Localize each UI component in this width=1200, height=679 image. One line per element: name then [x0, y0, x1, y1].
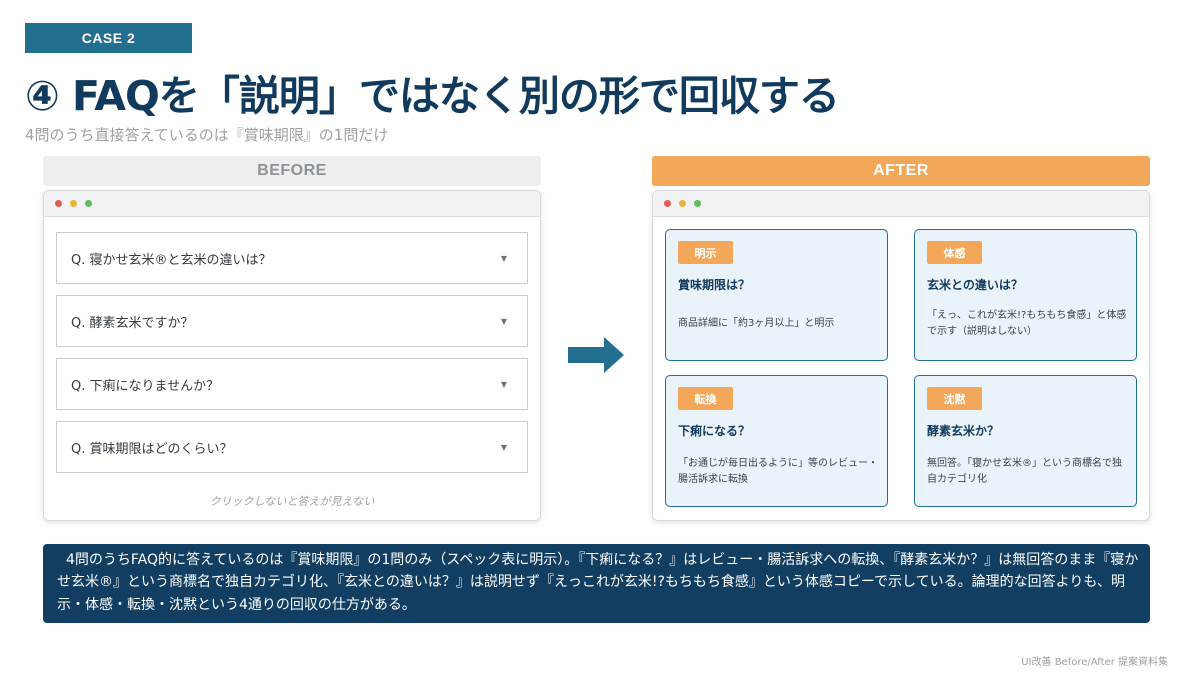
card-badge: 転換 — [678, 387, 733, 410]
close-dot-icon[interactable] — [664, 200, 671, 207]
after-window: 明示 賞味期限は？ 商品詳細に「約3ヶ月以上」と明示 体感 玄米との違いは？ 「… — [652, 190, 1150, 521]
summary-box: 4問のうちFAQ的に答えているのは『賞味期限』の1問のみ（スペック表に明示）。『… — [43, 544, 1150, 623]
card-badge: 沈黙 — [927, 387, 982, 410]
faq-question: Q. 下痢になりませんか？ — [71, 378, 220, 394]
after-header: AFTER — [652, 156, 1150, 186]
card-badge: 体感 — [927, 241, 982, 264]
page-subtitle: 4問のうち直接答えているのは『賞味期限』の1問だけ — [25, 126, 389, 144]
page-title: ④ FAQを「説明」ではなく別の形で回収する — [25, 72, 840, 120]
before-window: Q. 寝かせ玄米®と玄米の違いは？ ▼ Q. 酵素玄米ですか？ ▼ Q. 下痢に… — [43, 190, 541, 521]
chevron-down-icon: ▼ — [500, 379, 507, 389]
footer-text: UI改善 Before/After 提案資料集 — [1021, 657, 1168, 668]
before-header: BEFORE — [43, 156, 541, 186]
minimize-dot-icon[interactable] — [70, 200, 77, 207]
answer-card: 体感 玄米との違いは？ 「えっ、これが玄米!?もちもち食感」と体感で示す（説明は… — [914, 229, 1137, 361]
card-title: 下痢になる？ — [678, 424, 751, 438]
card-description: 「お通じが毎日出るように」等のレビュー・腸活訴求に転換 — [678, 458, 878, 485]
window-titlebar — [653, 191, 1149, 217]
answer-card: 明示 賞味期限は？ 商品詳細に「約3ヶ月以上」と明示 — [665, 229, 888, 361]
chevron-down-icon: ▼ — [500, 316, 507, 326]
card-badge: 明示 — [678, 241, 733, 264]
card-description: 「えっ、これが玄米!?もちもち食感」と体感で示す（説明はしない） — [927, 310, 1127, 337]
chevron-down-icon: ▼ — [500, 253, 507, 263]
card-title: 賞味期限は？ — [678, 278, 751, 292]
card-title: 玄米との違いは？ — [927, 278, 1023, 292]
right-arrow-icon — [568, 337, 624, 373]
faq-question: Q. 寝かせ玄米®と玄米の違いは？ — [71, 252, 272, 268]
answer-card: 沈黙 酵素玄米か？ 無回答。「寝かせ玄米®」という商標名で独自カテゴリ化 — [914, 375, 1137, 507]
chevron-down-icon: ▼ — [500, 442, 507, 452]
close-dot-icon[interactable] — [55, 200, 62, 207]
maximize-dot-icon[interactable] — [85, 200, 92, 207]
maximize-dot-icon[interactable] — [694, 200, 701, 207]
faq-item[interactable]: Q. 寝かせ玄米®と玄米の違いは？ ▼ — [56, 232, 528, 284]
answer-card: 転換 下痢になる？ 「お通じが毎日出るように」等のレビュー・腸活訴求に転換 — [665, 375, 888, 507]
card-description: 無回答。「寝かせ玄米®」という商標名で独自カテゴリ化 — [927, 458, 1122, 485]
card-description: 商品詳細に「約3ヶ月以上」と明示 — [678, 318, 835, 329]
faq-item[interactable]: Q. 下痢になりませんか？ ▼ — [56, 358, 528, 410]
faq-item[interactable]: Q. 酵素玄米ですか？ ▼ — [56, 295, 528, 347]
summary-text: 4問のうちFAQ的に答えているのは『賞味期限』の1問のみ（スペック表に明示）。『… — [57, 552, 1139, 613]
case-tag: CASE 2 — [25, 23, 192, 53]
faq-note: クリックしないと答えが見えない — [209, 495, 375, 508]
faq-question: Q. 賞味期限はどのくらい？ — [71, 441, 233, 457]
card-title: 酵素玄米か？ — [927, 424, 1000, 438]
faq-item[interactable]: Q. 賞味期限はどのくらい？ ▼ — [56, 421, 528, 473]
faq-question: Q. 酵素玄米ですか？ — [71, 315, 194, 331]
window-titlebar — [44, 191, 540, 217]
minimize-dot-icon[interactable] — [679, 200, 686, 207]
